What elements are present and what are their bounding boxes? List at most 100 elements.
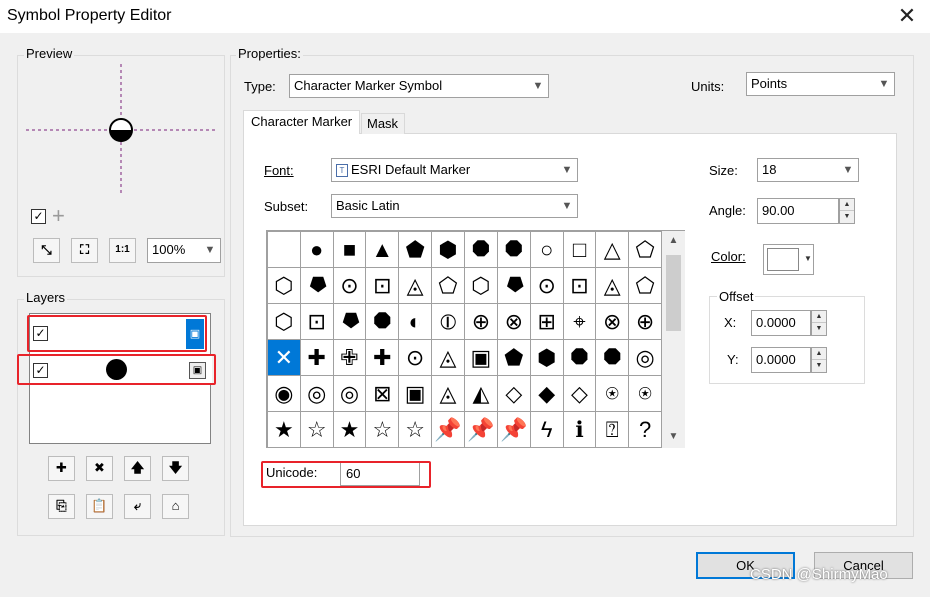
glyph-cell[interactable]: ● <box>299 231 334 268</box>
glyph-cell[interactable]: 📌 <box>463 411 498 448</box>
preview-checkbox[interactable]: ✓ <box>31 209 46 224</box>
actual-size-button[interactable]: 1:1 <box>109 238 136 263</box>
glyph-cell[interactable]: ■ <box>332 231 367 268</box>
zoom-fit-button[interactable]: ⛶ <box>71 238 98 263</box>
angle-input[interactable]: 90.00 <box>757 198 839 224</box>
scroll-up-icon[interactable]: ▲ <box>662 231 685 251</box>
glyph-cell[interactable]: △ <box>595 231 630 268</box>
glyph-cell[interactable]: 📌 <box>431 411 465 448</box>
glyph-cell[interactable]: ⯃ <box>595 339 630 376</box>
glyph-cell[interactable]: ⊙ <box>398 339 433 376</box>
glyph-cell[interactable]: ◇ <box>496 375 531 412</box>
glyph-cell[interactable]: ⯂ <box>332 303 367 340</box>
glyph-cell[interactable] <box>267 231 301 268</box>
zoom-select[interactable]: 100% ▼ <box>147 238 221 263</box>
glyph-cell[interactable]: ⍟ <box>595 375 630 412</box>
glyph-cell[interactable]: ◇ <box>562 375 597 412</box>
subset-select[interactable]: Basic Latin ▼ <box>331 194 578 218</box>
glyph-grid[interactable]: ● ■ ▲ ⬟ ⬢ ⯃ ⯃ ○ □ △ ⬠ ⬡ ⯂ ⊙ ⊡ ◬ ⬠ ⬡ ⯂ ⊙ ⊡ ◬ ⬠ ⬡ ⊡ ⯂ ⯃ ◐ ⦶ ⊕ ⊗ ⊞ ⌖ ⊗ ⊕ ✕ ✚ ✙ ✚ ⊙… <box>266 230 662 448</box>
glyph-cell[interactable]: ⬠ <box>431 267 465 304</box>
glyph-cell[interactable]: ⦶ <box>431 303 465 340</box>
glyph-cell[interactable]: ⬢ <box>431 231 465 268</box>
glyph-cell[interactable]: ⯃ <box>463 231 498 268</box>
glyph-cell[interactable]: ⊗ <box>496 303 531 340</box>
glyph-cell[interactable]: ◉ <box>267 375 301 412</box>
copy-layer-button[interactable]: ⎘ <box>48 494 75 519</box>
glyph-cell[interactable]: ◬ <box>431 375 465 412</box>
glyph-cell[interactable]: ⊞ <box>529 303 564 340</box>
glyph-cell[interactable]: ⊡ <box>365 267 400 304</box>
glyph-cell[interactable]: ⬠ <box>628 267 662 304</box>
tag-layer-button[interactable]: ⌂ <box>162 494 189 519</box>
scroll-down-icon[interactable]: ▼ <box>662 427 685 447</box>
add-icon[interactable]: + <box>52 203 65 229</box>
add-layer-button[interactable]: ✚ <box>48 456 75 481</box>
glyph-cell[interactable]: ⯂ <box>496 267 531 304</box>
glyph-cell[interactable]: ✕ <box>267 339 301 376</box>
glyph-cell[interactable]: ⬡ <box>463 267 498 304</box>
glyph-cell[interactable]: ◐ <box>398 303 433 340</box>
spin-down-icon[interactable]: ▼ <box>812 360 826 372</box>
zoom-in-button[interactable]: ⤡ <box>33 238 60 263</box>
glyph-cell[interactable]: ⍰ <box>595 411 630 448</box>
glyph-cell[interactable]: ⯃ <box>365 303 400 340</box>
glyph-cell[interactable]: ⯃ <box>562 339 597 376</box>
glyph-cell[interactable]: 📌 <box>496 411 531 448</box>
reset-layer-button[interactable]: ⤶ <box>124 494 151 519</box>
type-select[interactable]: Character Marker Symbol ▼ <box>289 74 549 98</box>
glyph-cell[interactable]: ✙ <box>332 339 367 376</box>
glyph-cell[interactable]: ⊡ <box>299 303 334 340</box>
size-select[interactable]: 18 ▼ <box>757 158 859 182</box>
glyph-cell[interactable]: ⊕ <box>463 303 498 340</box>
glyph-cell[interactable]: ▲ <box>365 231 400 268</box>
glyph-cell[interactable]: ✚ <box>299 339 334 376</box>
glyph-cell[interactable]: ▣ <box>398 375 433 412</box>
glyph-cell[interactable]: ⬢ <box>529 339 564 376</box>
glyph-cell[interactable]: ⊠ <box>365 375 400 412</box>
spin-up-icon[interactable]: ▲ <box>812 348 826 360</box>
glyph-cell[interactable]: ◎ <box>332 375 367 412</box>
move-up-button[interactable]: 🡅 <box>124 456 151 481</box>
glyph-cell[interactable]: ? <box>628 411 662 448</box>
spin-up-icon[interactable]: ▲ <box>812 311 826 323</box>
glyph-cell[interactable]: ☆ <box>398 411 433 448</box>
glyph-cell[interactable]: ⊕ <box>628 303 662 340</box>
spin-up-icon[interactable]: ▲ <box>840 199 854 211</box>
tab-character-marker[interactable]: Character Marker <box>243 110 360 134</box>
font-select[interactable]: T ESRI Default Marker ▼ <box>331 158 578 182</box>
glyph-cell[interactable]: ⬡ <box>267 267 301 304</box>
spin-down-icon[interactable]: ▼ <box>812 323 826 335</box>
remove-layer-button[interactable]: ✖ <box>86 456 113 481</box>
glyph-cell[interactable]: ◭ <box>463 375 498 412</box>
move-down-button[interactable]: 🡇 <box>162 456 189 481</box>
y-offset-spinner[interactable]: ▲ ▼ <box>811 347 827 373</box>
x-offset-spinner[interactable]: ▲ ▼ <box>811 310 827 336</box>
glyph-cell[interactable]: ◆ <box>529 375 564 412</box>
units-select[interactable]: Points ▼ <box>746 72 895 96</box>
glyph-cell[interactable]: ⊗ <box>595 303 630 340</box>
glyph-cell[interactable]: ★ <box>267 411 301 448</box>
glyph-cell[interactable]: ▣ <box>463 339 498 376</box>
glyph-cell[interactable]: ◬ <box>431 339 465 376</box>
glyph-cell[interactable]: ◬ <box>595 267 630 304</box>
glyph-cell[interactable]: ☆ <box>299 411 334 448</box>
glyph-cell[interactable]: ⬟ <box>398 231 433 268</box>
scroll-thumb[interactable] <box>666 255 681 331</box>
glyph-cell[interactable]: ◎ <box>299 375 334 412</box>
y-offset-input[interactable]: 0.0000 <box>751 347 811 373</box>
glyph-scrollbar[interactable]: ▲ ▼ <box>662 230 685 448</box>
paste-layer-button[interactable]: 📋 <box>86 494 113 519</box>
angle-spinner[interactable]: ▲ ▼ <box>839 198 855 224</box>
glyph-cell[interactable]: ⊡ <box>562 267 597 304</box>
glyph-cell[interactable]: ★ <box>332 411 367 448</box>
glyph-cell[interactable]: ⌖ <box>562 303 597 340</box>
glyph-cell[interactable]: ⊙ <box>529 267 564 304</box>
close-icon[interactable]: ✕ <box>894 3 920 29</box>
glyph-cell[interactable]: ◬ <box>398 267 433 304</box>
glyph-cell[interactable]: ○ <box>529 231 564 268</box>
spin-down-icon[interactable]: ▼ <box>840 211 854 223</box>
tab-mask[interactable]: Mask <box>361 113 405 134</box>
glyph-cell[interactable]: ◎ <box>628 339 662 376</box>
glyph-cell[interactable]: ⬡ <box>267 303 301 340</box>
glyph-cell[interactable]: ✚ <box>365 339 400 376</box>
